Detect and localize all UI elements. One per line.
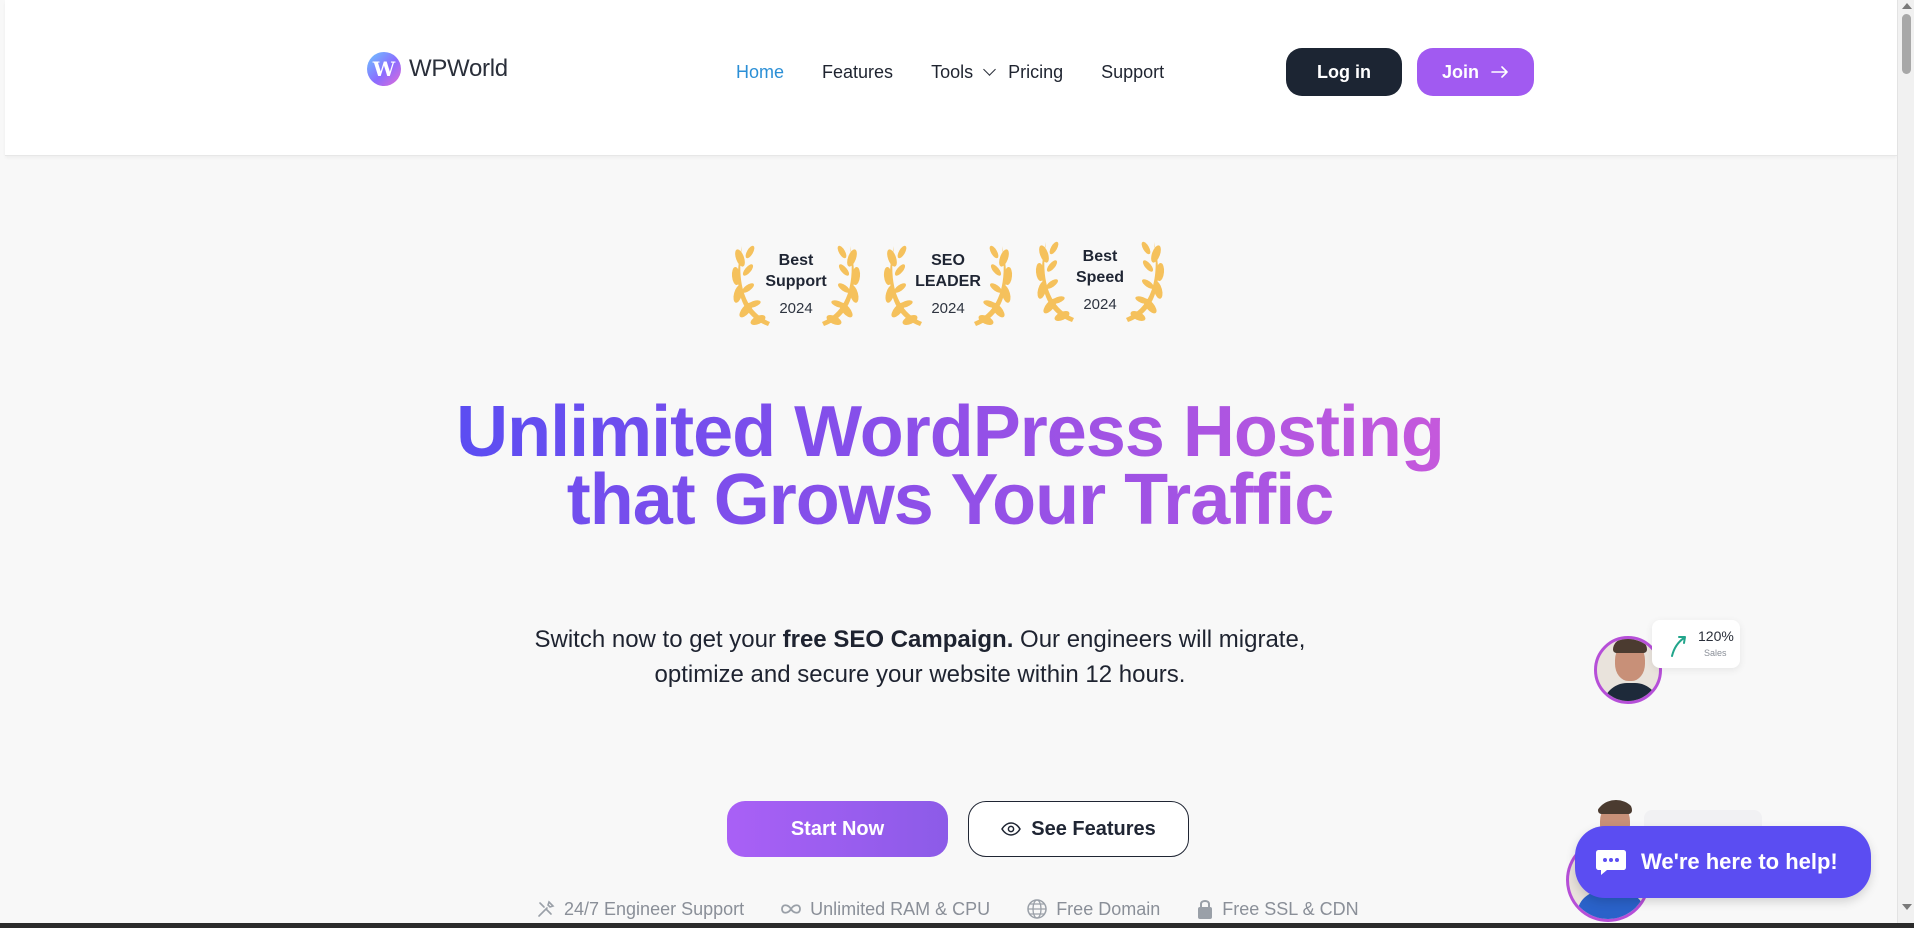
taskbar-strip [0, 923, 1914, 928]
award-title-line1: SEO [931, 252, 965, 269]
sales-stat-card: 120% Sales [1652, 620, 1740, 668]
award-best-speed: Best Speed 2024 [1034, 232, 1166, 326]
scroll-down-icon[interactable] [1902, 904, 1912, 910]
nav-home[interactable]: Home [736, 62, 784, 83]
main-nav: Home Features Tools Pricing Support [736, 62, 1202, 83]
award-title-line1: Best [778, 252, 814, 269]
brand-name: WPWorld [409, 55, 508, 82]
chevron-down-icon [983, 63, 996, 76]
feature-badge: Unlimited RAM & CPU [780, 899, 990, 920]
nav-support[interactable]: Support [1101, 62, 1164, 83]
award-year: 2024 [779, 300, 813, 317]
stat-value: 120% [1698, 628, 1734, 644]
chat-widget-button[interactable]: We're here to help! [1575, 826, 1871, 898]
lock-icon [1198, 900, 1213, 919]
feature-label: Unlimited RAM & CPU [810, 898, 991, 919]
stat-label: Sales [1704, 648, 1727, 658]
award-seo-leader: SEO LEADER 2024 [882, 236, 1014, 330]
feature-label: Free Domain [1056, 898, 1161, 919]
arrow-right-icon [1491, 66, 1508, 78]
hero-headline: Unlimited WordPress Hosting that Grows Y… [300, 396, 1600, 536]
subtext-prefix: Switch now to get your [534, 626, 783, 653]
award-title-line2: LEADER [915, 273, 981, 290]
award-title-line2: Speed [1075, 269, 1124, 286]
join-button[interactable]: Join [1417, 48, 1534, 96]
award-title-line2: Support [765, 273, 827, 290]
nav-features[interactable]: Features [822, 62, 893, 83]
subtext-highlight: free SEO Campaign. [782, 626, 1014, 653]
eye-icon [1001, 822, 1022, 836]
chat-label: We're here to help! [1641, 849, 1838, 874]
feature-badge: Free SSL & CDN [1196, 898, 1359, 920]
tools-icon [538, 900, 555, 917]
scroll-thumb[interactable] [1902, 14, 1911, 74]
awards-row: Best Support 2024 SEO LEADER 2024 Best S… [730, 236, 1166, 330]
globe-icon [1027, 899, 1047, 919]
award-year: 2024 [1083, 296, 1117, 313]
brand-logo[interactable]: W WPWorld [367, 52, 508, 86]
join-label: Join [1441, 61, 1479, 82]
feature-label: 24/7 Engineer Support [564, 898, 745, 919]
feature-badges: 24/7 Engineer Support Unlimited RAM & CP… [536, 898, 1359, 920]
login-button[interactable]: Log in [1286, 48, 1402, 96]
headline-line2: that Grows Your Traffic [300, 464, 1600, 536]
nav-pricing[interactable]: Pricing [1008, 62, 1063, 83]
see-features-button[interactable]: See Features [968, 801, 1189, 857]
feature-badge: Free Domain [1026, 898, 1160, 920]
see-features-label: See Features [1031, 817, 1156, 840]
nav-tools-label: Tools [931, 62, 974, 82]
award-best-support: Best Support 2024 [730, 236, 862, 330]
nav-tools[interactable]: Tools [931, 62, 996, 83]
start-now-button[interactable]: Start Now [727, 801, 948, 857]
hero-subtext: Switch now to get your free SEO Campaign… [520, 622, 1320, 692]
trend-up-icon [1671, 636, 1686, 657]
award-title-line1: Best [1082, 248, 1118, 265]
scroll-up-icon[interactable] [1902, 3, 1912, 9]
feature-label: Free SSL & CDN [1222, 898, 1359, 919]
vertical-scrollbar[interactable] [1897, 0, 1914, 928]
chat-bubble-icon [1596, 850, 1626, 875]
site-header: W WPWorld Home Features Tools Pricing Su… [5, 0, 1897, 156]
logo-icon: W [367, 52, 401, 86]
award-year: 2024 [931, 300, 965, 317]
infinity-icon [781, 904, 802, 914]
feature-badge: 24/7 Engineer Support [536, 899, 744, 920]
